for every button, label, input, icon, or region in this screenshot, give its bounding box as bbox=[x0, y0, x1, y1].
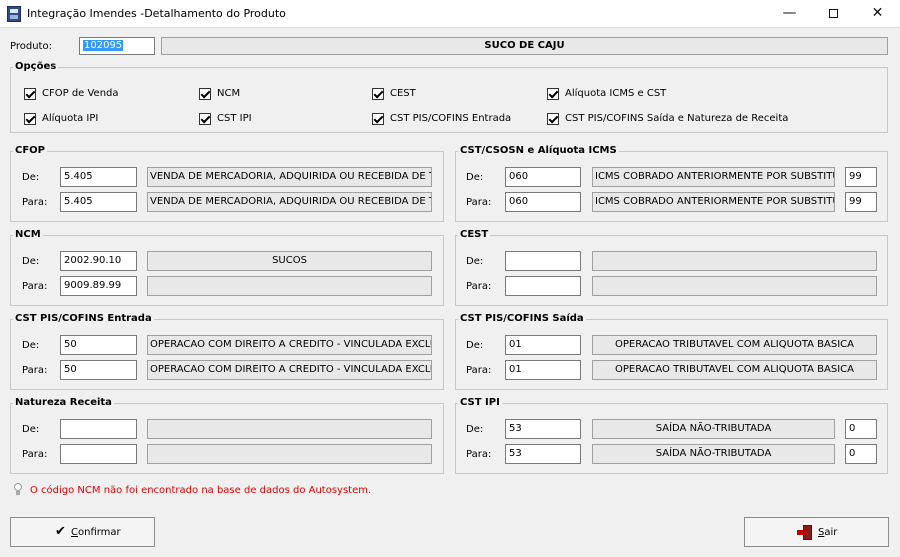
maximize-icon bbox=[829, 8, 838, 18]
cst-icms-de-aliquota[interactable]: 99 bbox=[845, 167, 877, 187]
cst-ipi-para-input[interactable]: 53 bbox=[505, 444, 581, 464]
pis-entrada-para-label: Para: bbox=[22, 365, 48, 376]
checkbox-check-icon bbox=[372, 113, 384, 125]
cst-icms-para-description: ICMS COBRADO ANTERIORMENTE POR SUBSTITUI… bbox=[592, 192, 835, 212]
cst-ipi-de-aliquota[interactable]: 0 bbox=[845, 419, 877, 439]
cfop-de-description: VENDA DE MERCADORIA, ADQUIRIDA OU RECEBI… bbox=[147, 167, 432, 187]
ncm-de-input[interactable]: 2002.90.10 bbox=[60, 251, 137, 271]
lightbulb-icon bbox=[13, 483, 23, 495]
cst-ipi-para-label: Para: bbox=[466, 449, 492, 460]
cfop-para-input[interactable]: 5.405 bbox=[60, 192, 137, 212]
maximize-button[interactable] bbox=[811, 0, 856, 28]
confirm-button[interactable]: ✔ Confirmar bbox=[10, 517, 155, 547]
cst-icms-title: CST/CSOSN e Alíquota ICMS bbox=[458, 145, 619, 156]
cfop-para-label: Para: bbox=[22, 197, 48, 208]
cest-de-input[interactable] bbox=[505, 251, 581, 271]
pis-saida-de-input[interactable]: 01 bbox=[505, 335, 581, 355]
natureza-de-input[interactable] bbox=[60, 419, 137, 439]
cst-ipi-de-label: De: bbox=[466, 424, 484, 435]
cest-para-label: Para: bbox=[466, 281, 492, 292]
pis-saida-de-label: De: bbox=[466, 340, 484, 351]
pis-saida-para-label: Para: bbox=[466, 365, 492, 376]
ncm-de-description: SUCOS bbox=[147, 251, 432, 271]
cst-icms-de-label: De: bbox=[466, 172, 484, 183]
cst-icms-para-input[interactable]: 060 bbox=[505, 192, 581, 212]
natureza-de-description bbox=[147, 419, 432, 439]
minimize-button[interactable]: — bbox=[767, 0, 812, 28]
natureza-title: Natureza Receita bbox=[13, 397, 114, 408]
natureza-para-description bbox=[147, 444, 432, 464]
ncm-para-label: Para: bbox=[22, 281, 48, 292]
window-title: Integração Imendes -Detalhamento do Prod… bbox=[27, 7, 286, 20]
checkbox-check-icon bbox=[199, 113, 211, 125]
cest-para-description bbox=[592, 276, 877, 296]
exit-label: Sair bbox=[818, 527, 838, 538]
natureza-para-input[interactable] bbox=[60, 444, 137, 464]
natureza-para-label: Para: bbox=[22, 449, 48, 460]
confirm-label: Confirmar bbox=[71, 527, 121, 538]
pis-saida-para-description: OPERACAO TRIBUTAVEL COM ALIQUOTA BASICA bbox=[592, 360, 877, 380]
produto-code-input[interactable]: 102095 bbox=[79, 37, 155, 55]
ncm-para-description bbox=[147, 276, 432, 296]
pis-entrada-para-input[interactable]: 50 bbox=[60, 360, 137, 380]
natureza-de-label: De: bbox=[22, 424, 40, 435]
cst-ipi-para-aliquota[interactable]: 0 bbox=[845, 444, 877, 464]
cst-ipi-para-description: SAÍDA NÃO-TRIBUTADA bbox=[592, 444, 835, 464]
checkbox-check-icon bbox=[24, 88, 36, 100]
checkbox-check-icon bbox=[547, 88, 559, 100]
cfop-de-input[interactable]: 5.405 bbox=[60, 167, 137, 187]
cfop-de-label: De: bbox=[22, 172, 40, 183]
pis-entrada-de-label: De: bbox=[22, 340, 40, 351]
cfop-para-description: VENDA DE MERCADORIA, ADQUIRIDA OU RECEBI… bbox=[147, 192, 432, 212]
pis-saida-title: CST PIS/COFINS Saída bbox=[458, 313, 586, 324]
ncm-de-label: De: bbox=[22, 256, 40, 267]
app-icon bbox=[7, 6, 21, 22]
checkbox-check-icon bbox=[547, 113, 559, 125]
cst-icms-de-input[interactable]: 060 bbox=[505, 167, 581, 187]
exit-door-icon bbox=[797, 525, 813, 540]
checkbox-check-icon bbox=[372, 88, 384, 100]
close-button[interactable]: ✕ bbox=[855, 0, 900, 28]
produto-label: Produto: bbox=[10, 41, 52, 52]
pis-entrada-para-description: OPERACAO COM DIREITO A CREDITO - VINCULA… bbox=[147, 360, 432, 380]
pis-saida-de-description: OPERACAO TRIBUTAVEL COM ALIQUOTA BASICA bbox=[592, 335, 877, 355]
cst-icms-de-description: ICMS COBRADO ANTERIORMENTE POR SUBSTITUI… bbox=[592, 167, 835, 187]
close-icon: ✕ bbox=[871, 5, 884, 21]
pis-saida-para-input[interactable]: 01 bbox=[505, 360, 581, 380]
ncm-para-input[interactable]: 9009.89.99 bbox=[60, 276, 137, 296]
pis-entrada-de-description: OPERACAO COM DIREITO A CREDITO - VINCULA… bbox=[147, 335, 432, 355]
cest-title: CEST bbox=[458, 229, 491, 240]
checkmark-icon: ✔ bbox=[55, 524, 66, 539]
checkbox-check-icon bbox=[199, 88, 211, 100]
cest-de-label: De: bbox=[466, 256, 484, 267]
ncm-title: NCM bbox=[13, 229, 43, 240]
cst-icms-para-label: Para: bbox=[466, 197, 492, 208]
cst-icms-para-aliquota[interactable]: 99 bbox=[845, 192, 877, 212]
pis-entrada-title: CST PIS/COFINS Entrada bbox=[13, 313, 154, 324]
title-bar: Integração Imendes -Detalhamento do Prod… bbox=[0, 0, 900, 28]
checkbox-check-icon bbox=[24, 113, 36, 125]
pis-entrada-de-input[interactable]: 50 bbox=[60, 335, 137, 355]
exit-button[interactable]: Sair bbox=[744, 517, 889, 547]
cest-de-description bbox=[592, 251, 877, 271]
cst-ipi-de-input[interactable]: 53 bbox=[505, 419, 581, 439]
produto-name: SUCO DE CAJU bbox=[161, 37, 888, 55]
cst-ipi-de-description: SAÍDA NÃO-TRIBUTADA bbox=[592, 419, 835, 439]
cfop-title: CFOP bbox=[13, 145, 47, 156]
opcoes-title: Opções bbox=[13, 61, 59, 72]
minimize-icon: — bbox=[782, 5, 797, 21]
warning-message: O código NCM não foi encontrado na base … bbox=[30, 485, 372, 496]
cst-ipi-title: CST IPI bbox=[458, 397, 502, 408]
cest-para-input[interactable] bbox=[505, 276, 581, 296]
